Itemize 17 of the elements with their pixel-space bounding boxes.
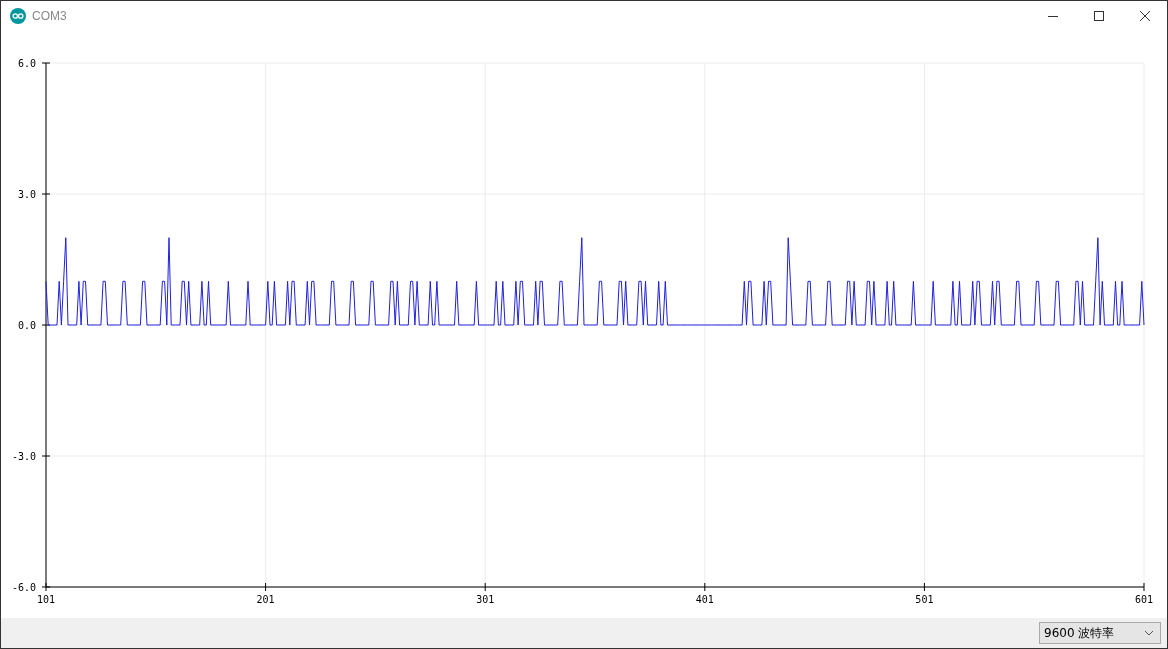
y-tick-label: 3.0 <box>17 189 36 200</box>
maximize-icon[interactable] <box>1093 10 1105 22</box>
x-tick-label: 401 <box>695 594 714 605</box>
y-tick-label: -3.0 <box>11 451 36 462</box>
baud-rate-dropdown[interactable]: 9600 波特率 <box>1039 622 1161 644</box>
app-logo-icon <box>10 8 26 24</box>
window-title: COM3 <box>32 9 67 23</box>
x-tick-label: 301 <box>476 594 495 605</box>
y-tick-label: 0.0 <box>17 320 36 331</box>
y-tick-label: 6.0 <box>17 58 36 69</box>
close-icon[interactable] <box>1139 10 1151 22</box>
x-tick-label: 601 <box>1134 594 1154 605</box>
x-tick-label: 501 <box>915 594 934 605</box>
chevron-down-icon <box>1144 630 1154 636</box>
x-tick-label: 201 <box>256 594 275 605</box>
x-tick-label: 101 <box>36 594 56 605</box>
y-tick-label: -6.0 <box>11 582 36 593</box>
